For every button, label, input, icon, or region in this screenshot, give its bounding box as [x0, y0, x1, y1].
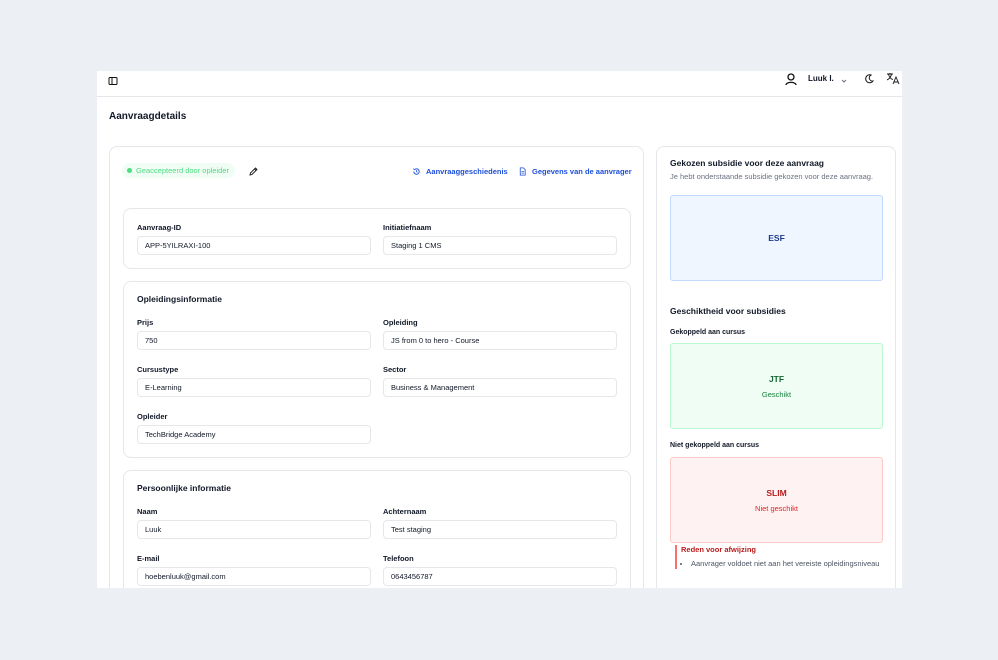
course-type-label: Cursustype [137, 365, 179, 374]
status-dot [127, 168, 132, 173]
chosen-subsidy-box: ESF [670, 195, 883, 281]
phone-label: Telefoon [383, 554, 414, 563]
user-name[interactable]: Luuk I. [808, 74, 834, 83]
linked-subsidy-name: JTF [768, 373, 785, 384]
rejection-reason-list: Aanvrager voldoet niet aan het vereiste … [681, 558, 883, 569]
id-section: Aanvraag-ID APP-5YILRAXI-100 Initiatiefn… [123, 208, 631, 269]
email-field[interactable]: hoebenluuk@gmail.com [137, 567, 371, 586]
rejection-reason-block: Reden voor afwijzing Aanvrager voldoet n… [675, 545, 883, 569]
price-field[interactable]: 750 [137, 331, 371, 350]
subsidy-card: Gekozen subsidie voor deze aanvraag Je h… [656, 146, 896, 588]
rejection-reason-title: Reden voor afwijzing [681, 545, 757, 554]
phone-field[interactable]: 0643456787 [383, 567, 617, 586]
top-bar: Luuk I. [97, 71, 902, 97]
education-section-title: Opleidingsinformatie [137, 294, 223, 304]
linked-label: Gekoppeld aan cursus [670, 329, 746, 336]
price-label: Prijs [137, 318, 154, 327]
course-label: Opleiding [383, 318, 418, 327]
provider-field[interactable]: TechBridge Academy [137, 425, 371, 444]
initiative-name-label: Initiatiefnaam [383, 223, 432, 232]
name-label: Naam [137, 507, 158, 516]
document-icon [519, 167, 526, 176]
history-link-label: Aanvraaggeschiedenis [426, 167, 508, 176]
user-avatar-icon[interactable] [783, 71, 799, 87]
course-type-field[interactable]: E-Learning [137, 378, 371, 397]
not-linked-subsidy-status: Niet geschikt [755, 503, 798, 513]
applicant-link-label: Gegevens van de aanvrager [532, 167, 632, 176]
rejection-reason-item: Aanvrager voldoet niet aan het vereiste … [691, 558, 883, 569]
chosen-subsidy-subtitle: Je hebt onderstaande subsidie gekozen vo… [670, 172, 874, 181]
surname-field[interactable]: Test staging [383, 520, 617, 539]
request-id-label: Aanvraag-ID [137, 223, 182, 232]
chevron-down-icon[interactable] [839, 73, 849, 83]
name-field[interactable]: Luuk [137, 520, 371, 539]
personal-section: Persoonlijke informatie Naam Luuk Achter… [123, 470, 631, 588]
page-title: Aanvraagdetails [109, 111, 187, 122]
not-linked-label: Niet gekoppeld aan cursus [670, 442, 760, 449]
request-details-card: Geaccepteerd door opleider Aanvraaggesch… [109, 146, 644, 588]
sector-label: Sector [383, 365, 407, 374]
linked-subsidy-status: Geschikt [761, 389, 792, 399]
history-icon [413, 168, 420, 175]
personal-section-title: Persoonlijke informatie [137, 483, 231, 493]
initiative-name-field[interactable]: Staging 1 CMS [383, 236, 617, 255]
chosen-subsidy-name: ESF [768, 233, 785, 243]
eligibility-title: Geschiktheid voor subsidies [670, 306, 786, 316]
sector-field[interactable]: Business & Management [383, 378, 617, 397]
surname-label: Achternaam [383, 507, 427, 516]
email-label: E-mail [137, 554, 160, 563]
sidebar-toggle-icon[interactable] [105, 73, 121, 89]
edit-pencil-icon[interactable] [248, 164, 259, 176]
status-badge: Geaccepteerd door opleider [122, 163, 235, 178]
status-text: Geaccepteerd door opleider [136, 166, 229, 175]
request-id-field[interactable]: APP-5YILRAXI-100 [137, 236, 371, 255]
dark-mode-moon-icon[interactable] [863, 72, 875, 84]
not-linked-subsidy-box: SLIM Niet geschikt [670, 457, 883, 543]
not-linked-subsidy-name: SLIM [766, 487, 787, 498]
education-section: Opleidingsinformatie Prijs 750 Opleiding… [123, 281, 631, 458]
linked-subsidy-box: JTF Geschikt [670, 343, 883, 429]
chosen-subsidy-title: Gekozen subsidie voor deze aanvraag [670, 158, 825, 168]
history-link[interactable]: Aanvraaggeschiedenis [412, 167, 508, 176]
applicant-data-link[interactable]: Gegevens van de aanvrager [518, 167, 632, 176]
course-field[interactable]: JS from 0 to hero - Course [383, 331, 617, 350]
translate-icon[interactable] [886, 71, 900, 85]
provider-label: Opleider [137, 412, 168, 421]
app-window: Luuk I. Aanvraagdetails Geaccepteerd doo… [97, 71, 902, 588]
